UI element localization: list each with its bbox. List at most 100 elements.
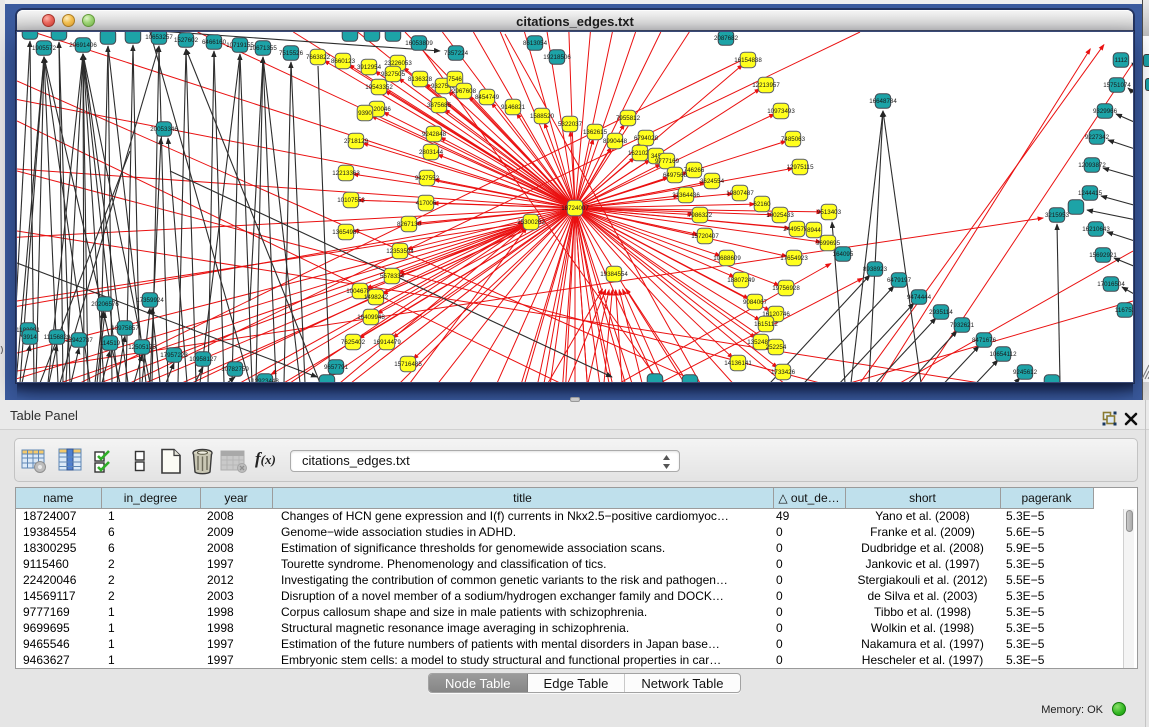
- svg-text:1905572: 1905572: [32, 45, 57, 52]
- svg-text:8660123: 8660123: [331, 58, 356, 65]
- svg-text:1112: 1112: [1115, 57, 1128, 64]
- svg-text:2967608: 2967608: [452, 88, 477, 95]
- svg-text:6479197: 6479197: [887, 277, 912, 284]
- svg-text:1733426: 1733426: [771, 369, 796, 376]
- svg-text:9227342: 9227342: [1085, 134, 1110, 141]
- svg-text:16053809: 16053809: [405, 40, 433, 47]
- svg-text:9699695: 9699695: [816, 240, 841, 247]
- svg-text:12213363: 12213363: [332, 170, 360, 177]
- svg-text:1244415: 1244415: [1078, 190, 1103, 197]
- svg-text:16154838: 16154838: [734, 57, 762, 64]
- svg-text:3215953: 3215953: [1045, 212, 1070, 219]
- svg-text:62160: 62160: [753, 201, 771, 208]
- svg-text:12923448: 12923448: [251, 378, 279, 382]
- svg-text:20206576: 20206576: [91, 301, 119, 308]
- svg-text:1362615: 1362615: [583, 129, 608, 136]
- svg-text:12093872: 12093872: [1078, 162, 1106, 169]
- svg-text:10107553: 10107553: [337, 197, 365, 204]
- svg-text:14136141: 14136141: [724, 360, 752, 367]
- svg-text:7515526: 7515526: [279, 50, 304, 57]
- svg-text:18724007: 18724007: [561, 205, 589, 212]
- svg-text:15751074: 15751074: [1103, 82, 1131, 89]
- svg-text:6466160: 6466160: [202, 39, 227, 46]
- svg-text:9242848: 9242848: [422, 131, 447, 138]
- svg-text:5578334: 5578334: [380, 273, 405, 280]
- svg-text:10973493: 10973493: [767, 108, 795, 115]
- svg-text:10654112: 10654112: [989, 351, 1017, 358]
- svg-text:10782759: 10782759: [221, 366, 249, 373]
- svg-text:10688609: 10688609: [713, 255, 741, 262]
- svg-text:12353594: 12353594: [386, 248, 414, 255]
- svg-text:19384554: 19384554: [600, 271, 628, 278]
- svg-text:12942737: 12942737: [65, 337, 93, 344]
- svg-text:3912954: 3912954: [357, 64, 382, 71]
- svg-text:16914479: 16914479: [373, 339, 401, 346]
- svg-text:7625402: 7625402: [341, 339, 366, 346]
- svg-text:17016504: 17016504: [1097, 281, 1125, 288]
- svg-text:9657791: 9657791: [324, 364, 349, 371]
- svg-text:16409948: 16409948: [357, 314, 385, 321]
- svg-text:7932621: 7932621: [950, 322, 975, 329]
- svg-text:15720407: 15720407: [691, 233, 719, 240]
- svg-text:10025433: 10025433: [766, 212, 794, 219]
- svg-text:114519: 114519: [100, 340, 121, 347]
- svg-text:13654987: 13654987: [332, 229, 360, 236]
- svg-text:17654923: 17654923: [780, 255, 808, 262]
- svg-text:417006: 417006: [416, 200, 437, 207]
- svg-text:8471676: 8471676: [972, 337, 997, 344]
- svg-text:8938923: 8938923: [863, 266, 888, 273]
- svg-text:7546: 7546: [448, 76, 462, 83]
- svg-text:15692921: 15692921: [1089, 252, 1117, 259]
- svg-text:10807487: 10807487: [726, 190, 754, 197]
- svg-text:6497568: 6497568: [663, 172, 688, 179]
- svg-text:19218506: 19218506: [543, 54, 571, 61]
- svg-text:1527602: 1527602: [174, 37, 199, 44]
- svg-text:12505175: 12505175: [128, 344, 156, 351]
- svg-text:7986322: 7986322: [688, 212, 713, 219]
- svg-text:18807249: 18807249: [727, 277, 755, 284]
- svg-text:9245612: 9245612: [1013, 369, 1038, 376]
- svg-text:15716485: 15716485: [394, 361, 422, 368]
- svg-text:12975115: 12975115: [786, 164, 814, 171]
- svg-text:9327505: 9327505: [381, 71, 406, 78]
- svg-text:9513403: 9513403: [817, 209, 842, 216]
- svg-text:7357224: 7357224: [444, 50, 469, 57]
- svg-text:10653257: 10653257: [145, 34, 173, 41]
- svg-text:1615112: 1615112: [754, 321, 778, 328]
- svg-text:10543352: 10543352: [365, 84, 393, 91]
- svg-text:9146821: 9146821: [501, 104, 526, 111]
- svg-text:2087682: 2087682: [714, 35, 739, 42]
- svg-text:2935114: 2935114: [929, 309, 953, 316]
- svg-text:8267130: 8267130: [397, 221, 422, 228]
- svg-text:6794028: 6794028: [634, 135, 659, 142]
- svg-text:1498242: 1498242: [364, 294, 389, 301]
- svg-text:3624554: 3624554: [700, 178, 725, 185]
- svg-text:9427552: 9427552: [415, 175, 440, 182]
- svg-text:16210643: 16210643: [1082, 226, 1110, 233]
- svg-text:12213957: 12213957: [752, 82, 780, 89]
- svg-text:10958127: 10958127: [189, 356, 217, 363]
- svg-text:8990448: 8990448: [603, 138, 628, 145]
- svg-text:9329966: 9329966: [1093, 108, 1118, 115]
- svg-text:25300203: 25300203: [517, 219, 545, 226]
- svg-text:164095: 164095: [833, 251, 854, 258]
- svg-text:17957223: 17957223: [160, 352, 188, 359]
- svg-text:116753: 116753: [1115, 307, 1133, 314]
- svg-text:20053346: 20053346: [150, 126, 178, 133]
- svg-text:16648784: 16648784: [869, 98, 897, 105]
- svg-text:19756928: 19756928: [772, 285, 800, 292]
- svg-text:9474444: 9474444: [907, 294, 932, 301]
- svg-text:7485063: 7485063: [781, 136, 806, 143]
- svg-text:9390: 9390: [358, 110, 372, 117]
- svg-text:8944: 8944: [807, 227, 821, 234]
- svg-text:2803144: 2803144: [419, 149, 444, 156]
- svg-text:10671355: 10671355: [249, 45, 277, 52]
- svg-text:5322037: 5322037: [558, 121, 583, 128]
- svg-text:7955812: 7955812: [616, 115, 641, 122]
- svg-text:2718129: 2718129: [344, 138, 369, 145]
- svg-text:7663822: 7663822: [306, 54, 331, 61]
- svg-text:8136328: 8136328: [408, 76, 433, 83]
- svg-text:9084067: 9084067: [743, 299, 768, 306]
- svg-text:20691406: 20691406: [69, 42, 97, 49]
- svg-text:252254: 252254: [766, 344, 787, 351]
